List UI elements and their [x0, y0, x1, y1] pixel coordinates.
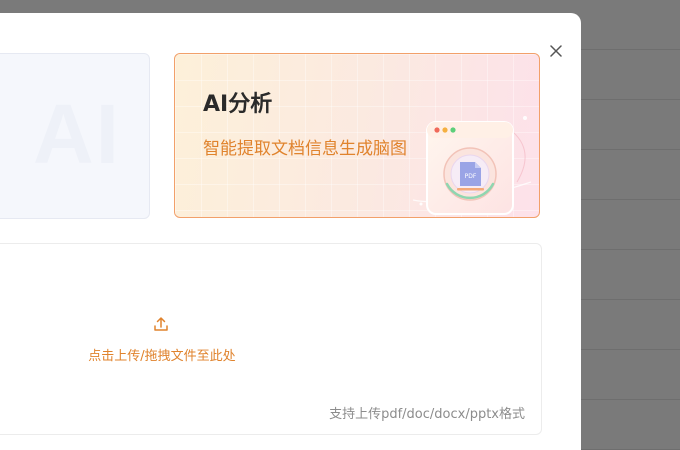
- analysis-option-card[interactable]: AI: [0, 53, 150, 219]
- pdf-label: PDF: [465, 173, 477, 180]
- pdf-document-illustration: PDF: [413, 116, 532, 215]
- background-row: [581, 400, 680, 450]
- ai-watermark: AI: [33, 87, 121, 181]
- ai-analysis-card[interactable]: AI分析 智能提取文档信息生成脑图 PDF: [174, 53, 540, 218]
- background-row: [581, 300, 680, 350]
- upload-icon[interactable]: [153, 316, 169, 332]
- ai-analysis-subtitle: 智能提取文档信息生成脑图: [203, 139, 407, 159]
- file-upload-dropzone[interactable]: 点击上传/拖拽文件至此处 支持上传pdf/doc/docx/pptx格式: [0, 243, 542, 435]
- close-icon: [550, 45, 562, 57]
- close-button[interactable]: [546, 41, 566, 61]
- ai-analysis-title: AI分析: [203, 92, 273, 117]
- background-row: [581, 350, 680, 400]
- upload-dialog: AI AI分析 智能提取文档信息生成脑图 PDF 点击上传/拖拽文件至此处 支持…: [0, 13, 581, 450]
- upload-action-text[interactable]: 点击上传/拖拽文件至此处: [73, 345, 251, 364]
- background-row: [581, 200, 680, 250]
- background-row: [581, 100, 680, 150]
- upload-format-hint: 支持上传pdf/doc/docx/pptx格式: [329, 407, 525, 422]
- background-row: [581, 150, 680, 200]
- background-row: [581, 50, 680, 100]
- background-row: [581, 0, 680, 50]
- background-page: [581, 0, 680, 450]
- background-row: [581, 250, 680, 300]
